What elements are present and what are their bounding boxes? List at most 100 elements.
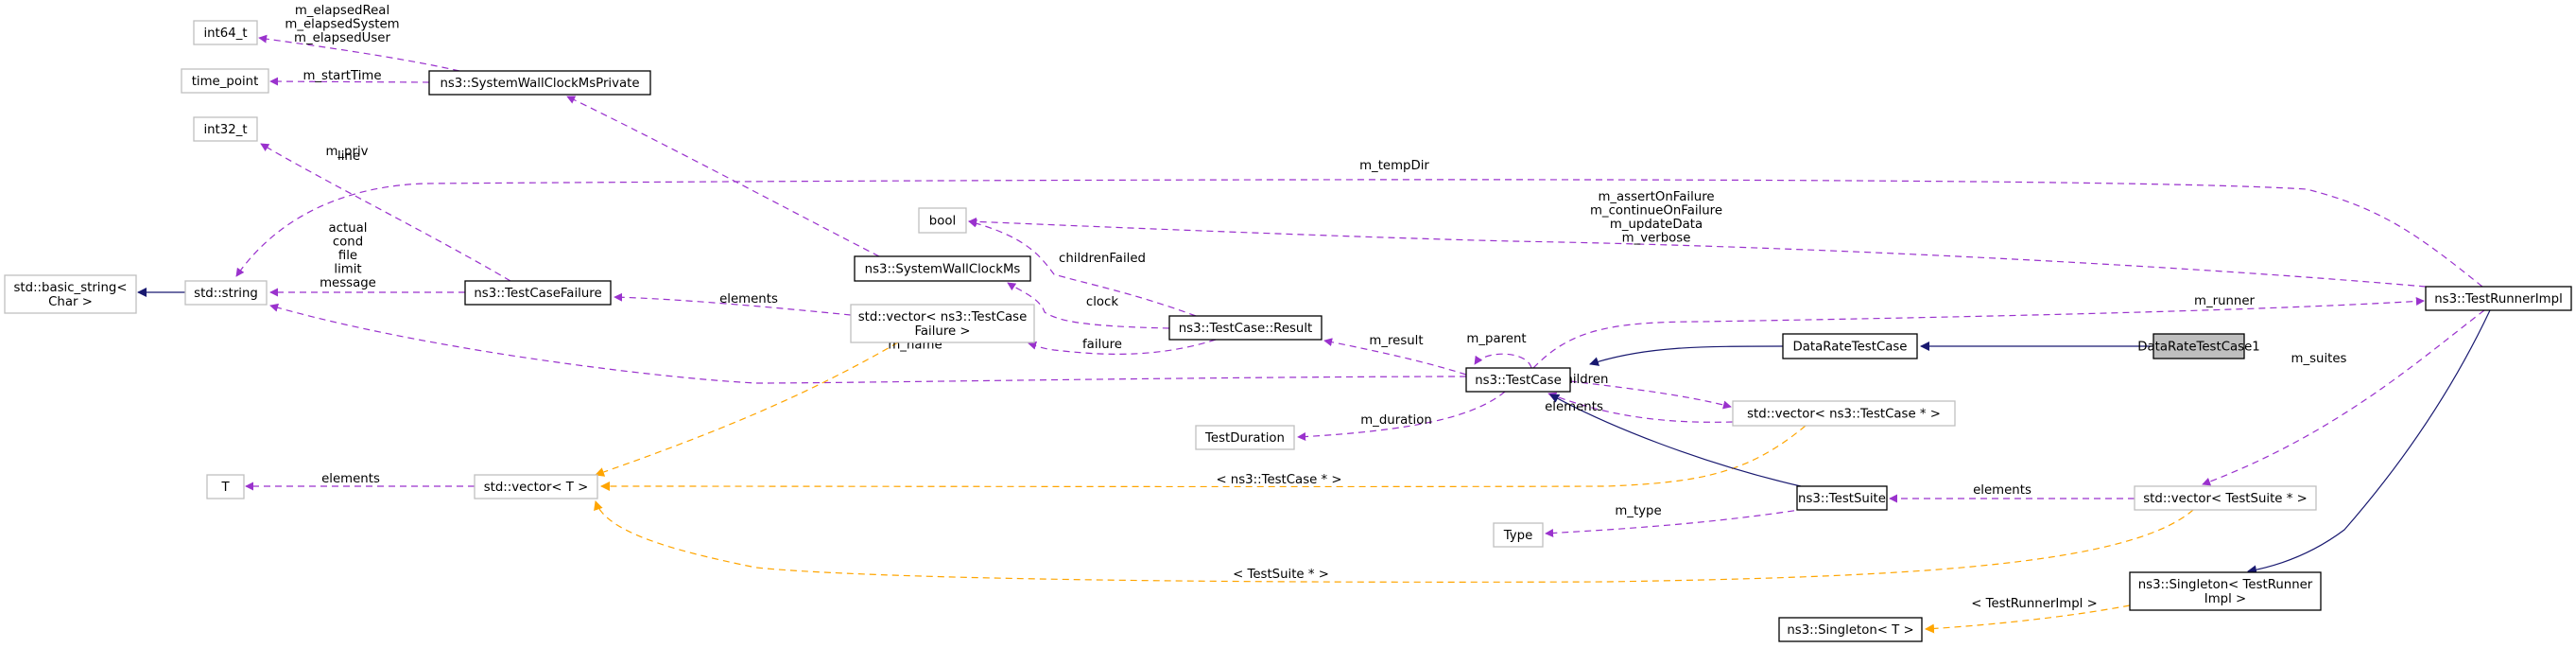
node-label: std::string <box>194 287 258 301</box>
edge-label-line: < TestRunnerImpl > <box>1971 597 2098 611</box>
edge-label-line: elements <box>719 292 778 306</box>
edge-label: elements <box>1973 483 2031 498</box>
class-node-dataratetestcase[interactable]: DataRateTestCase <box>1782 333 1918 359</box>
class-node-testsuite[interactable]: ns3::TestSuite <box>1796 485 1888 511</box>
edge-label: line <box>337 149 360 164</box>
edge-inheritance-DataRateTestCase-to-TestCase <box>1589 345 1784 366</box>
node-label: std::vector< ns3::TestCase <box>858 310 1028 324</box>
node-label: DataRateTestCase1 <box>2137 341 2259 355</box>
edge-inheritance-TestRunnerImpl-to-Singleton_TestRunnerImpl <box>2247 309 2491 575</box>
nodes-layer: int64_ttime_pointint32_tstd::basic_strin… <box>4 20 2572 642</box>
edge-usage-TestCase-to-TestCase <box>1474 353 1532 369</box>
edge-label: m_elapsedReal m_elapsedSystem m_elapsedUse… <box>285 4 399 45</box>
class-node-string: std::string <box>184 280 268 306</box>
class-node-basic-string: std::basic_string<Char > <box>4 274 137 314</box>
edge-label: < ns3::TestCase * > <box>1216 473 1341 487</box>
edge-label: < ns3::TestCaseFailure > <box>0 0 78 4</box>
node-label: std::vector< T > <box>484 481 589 495</box>
edge-label: m_duration <box>1360 413 1432 428</box>
class-node-testduration: TestDuration <box>1195 425 1295 450</box>
class-node-dataratetestcase1[interactable]: DataRateTestCase1 <box>2137 333 2260 359</box>
class-node-vector-testcaseptr: std::vector< ns3::TestCase * > <box>1732 400 1956 427</box>
class-node-type: Type <box>1493 522 1544 548</box>
node-label: TestDuration <box>1204 431 1285 446</box>
node-label: ns3::SystemWallClockMsPrivate <box>440 77 639 91</box>
edge-label: m_assertOnFailure m_continueOnFailure m_up… <box>1590 190 1722 246</box>
node-label: std::vector< TestSuite * > <box>2143 492 2307 506</box>
edge-template-vector_TestCaseFailure-to-vector_T <box>595 342 899 477</box>
edge-label-line: m_duration <box>1360 413 1432 428</box>
edge-label-line: m_startTime <box>303 69 381 83</box>
class-node-vector-testcasefailure: std::vector< ns3::TestCaseFailure > <box>850 304 1035 343</box>
node-label: ns3::Singleton< T > <box>1787 623 1913 638</box>
node-label: bool <box>929 215 956 229</box>
class-node-systemwallclockms[interactable]: ns3::SystemWallClockMs <box>854 255 1031 282</box>
edge-label-line: elements <box>321 472 380 486</box>
edge-label-line: m_result <box>1369 334 1423 348</box>
class-node-singleton-t[interactable]: ns3::Singleton< T > <box>1778 617 1923 642</box>
edge-usage-TestCaseFailure-to-int32_t <box>260 143 511 282</box>
edge-label-line: file <box>338 249 357 263</box>
edge-label: elements <box>321 472 380 486</box>
node-label: ns3::TestCaseFailure <box>474 287 601 301</box>
edge-usage-TestSuite-to-Type <box>1545 508 1807 537</box>
edge-label-line: < TestSuite * > <box>1233 568 1329 582</box>
edge-label-line: m_elapsedReal <box>295 4 389 18</box>
edge-label-line: m_verbose <box>1622 232 1691 246</box>
node-label: ns3::SystemWallClockMs <box>865 263 1021 277</box>
edge-label: m_type <box>1615 504 1661 518</box>
edge-label: m_runner <box>2194 294 2256 308</box>
edge-label-line: cond <box>333 236 363 250</box>
edge-label-line: failure <box>1082 338 1122 352</box>
edge-label-line: m_tempDir <box>1359 159 1429 173</box>
node-label: int64_t <box>203 26 247 41</box>
class-node-int32-t: int32_t <box>193 116 258 142</box>
edge-label-line: m_suites <box>2291 352 2347 366</box>
node-label: ns3::TestCase::Result <box>1179 322 1313 336</box>
node-label: std::basic_string< <box>13 281 127 295</box>
edge-label-line: message <box>320 276 376 290</box>
edge-label: failure <box>1082 338 1122 352</box>
node-label: Char > <box>48 295 93 309</box>
edge-label-line: < ns3::TestCaseFailure > <box>0 0 78 4</box>
edge-label-line: m_elapsedUser <box>294 31 390 45</box>
edge-label-line: m_elapsedSystem <box>285 18 399 32</box>
node-label: ns3::TestSuite <box>1798 492 1886 506</box>
edge-label: m_parent <box>1466 332 1526 346</box>
edge-label-line: m_parent <box>1466 332 1526 346</box>
edge-label: m_suites <box>2291 352 2347 366</box>
edge-label: < TestSuite * > <box>1233 568 1329 582</box>
node-label: Failure > <box>914 324 970 339</box>
edge-label: actual cond file limit message <box>320 221 376 290</box>
class-node-singleton-testrunnerimpl[interactable]: ns3::Singleton< TestRunnerImpl > <box>2129 571 2322 611</box>
node-label: Type <box>1503 529 1533 543</box>
node-label: ns3::Singleton< TestRunner <box>2138 578 2313 592</box>
class-node-bool: bool <box>918 207 967 234</box>
edge-label-line: < ns3::TestCase * > <box>1216 473 1341 487</box>
node-label: DataRateTestCase <box>1793 341 1908 355</box>
edge-label-line: m_runner <box>2194 294 2256 308</box>
edge-label-line: actual <box>329 221 368 236</box>
edge-label: elements <box>1545 400 1603 414</box>
edge-label: elements <box>719 292 778 306</box>
class-node-testcaseresult[interactable]: ns3::TestCase::Result <box>1168 315 1323 341</box>
class-node-testrunnerimpl[interactable]: ns3::TestRunnerImpl <box>2425 286 2572 311</box>
edge-label-line: elements <box>1545 400 1603 414</box>
edge-label-line: m_type <box>1615 504 1661 518</box>
class-node-int64-t: int64_t <box>193 20 258 45</box>
class-node-testcasefailure[interactable]: ns3::TestCaseFailure <box>464 280 612 306</box>
edge-label: m_startTime <box>303 69 381 83</box>
edge-template-vector_TestSuitePtr-to-vector_T <box>594 500 2194 583</box>
edge-usage-SystemWallClockMs-to-SystemWallClockMsPrivate <box>566 96 880 257</box>
class-node-systemwallclockmsprivate[interactable]: ns3::SystemWallClockMsPrivate <box>428 70 651 96</box>
node-label: ns3::TestRunnerImpl <box>2434 292 2563 306</box>
node-label: time_point <box>192 75 259 89</box>
edge-label-line: m_assertOnFailure <box>1598 190 1714 204</box>
node-label: ns3::TestCase <box>1475 374 1562 388</box>
edge-label-line: elements <box>1973 483 2031 498</box>
class-node-testcase[interactable]: ns3::TestCase <box>1465 367 1571 393</box>
edge-label-line: childrenFailed <box>1059 252 1146 266</box>
edge-label: < TestRunnerImpl > <box>1971 597 2098 611</box>
class-node-time-point: time_point <box>181 68 269 94</box>
collaboration-diagram: m_elapsedReal m_elapsedSystem m_elapsedUse… <box>0 0 2572 642</box>
